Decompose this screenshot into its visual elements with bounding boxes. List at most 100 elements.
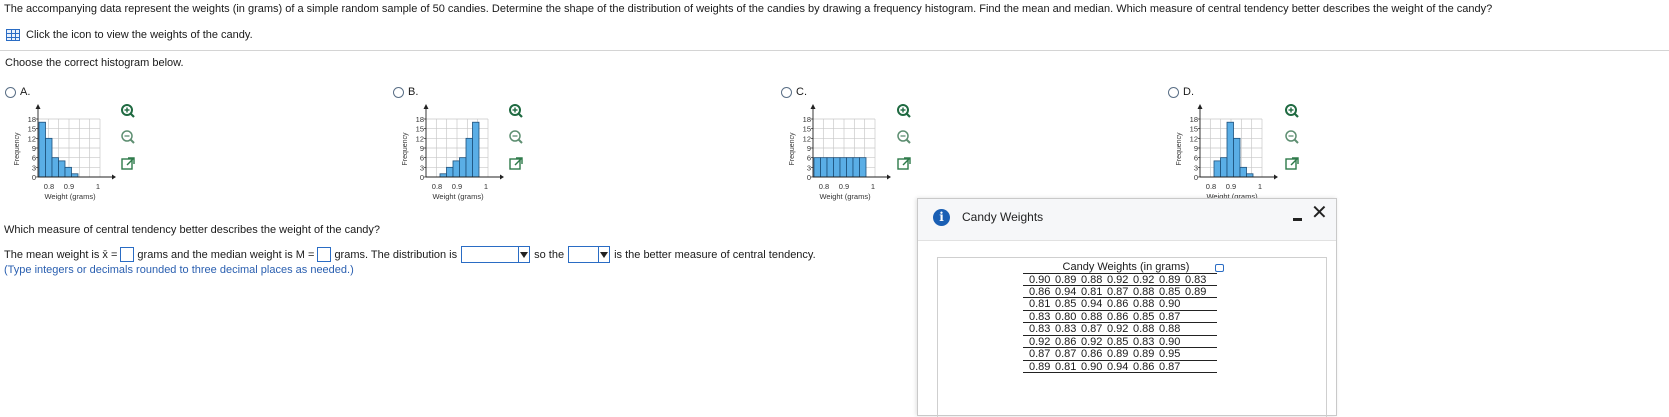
open-new-window-icon[interactable]	[508, 156, 524, 172]
histogram-bar	[839, 157, 847, 178]
table-grid-icon[interactable]	[6, 29, 20, 41]
y-tick-label: 6	[420, 154, 424, 163]
open-new-window-icon[interactable]	[1284, 156, 1300, 172]
dropdown-arrow-icon[interactable]	[598, 247, 609, 262]
x-axis-arrow	[1274, 174, 1278, 180]
y-tick-label: 6	[32, 154, 36, 163]
table-cell: 0.86	[1133, 360, 1155, 373]
histogram-bar	[58, 160, 66, 178]
view-data-link[interactable]: Click the icon to view the weights of th…	[6, 29, 253, 41]
option-d-radio-group[interactable]: D.	[1168, 86, 1194, 98]
y-tick-label: 15	[1190, 125, 1198, 134]
zoom-out-icon[interactable]	[120, 129, 136, 145]
popup-body: Candy Weights (in grams) 0.90 0.89 0.88 0.9…	[937, 257, 1327, 417]
y-tick-label: 9	[420, 144, 424, 153]
table-cell: 0.87	[1081, 323, 1103, 335]
table-cell: 0.86	[1107, 298, 1129, 310]
x-tick-label: 0.9	[1226, 182, 1236, 191]
histogram-bar	[64, 166, 72, 178]
measure-dropdown[interactable]	[568, 246, 611, 263]
zoom-in-icon[interactable]	[896, 103, 912, 119]
histogram-bar	[1220, 157, 1228, 178]
table-row: 0.83 0.83 0.87 0.92 0.88 0.88	[1023, 323, 1217, 336]
view-data-label[interactable]: Click the icon to view the weights of th…	[26, 29, 253, 41]
y-tick-label: 18	[416, 115, 424, 124]
option-a-label[interactable]: A.	[20, 86, 30, 98]
histogram-bar	[1233, 137, 1241, 178]
y-tick-label: 0	[1194, 173, 1198, 182]
zoom-out-icon[interactable]	[896, 129, 912, 145]
info-icon: i	[933, 209, 950, 226]
divider	[0, 50, 1669, 51]
distribution-shape-dropdown[interactable]	[461, 246, 531, 263]
y-tick-label: 15	[28, 125, 36, 134]
option-d-radio[interactable]	[1168, 86, 1179, 98]
table-cell: 0.85	[1055, 298, 1077, 310]
table-cell: 0.83	[1029, 323, 1051, 335]
instruction-text: Choose the correct histogram below.	[5, 57, 184, 69]
table-cell: 0.94	[1055, 285, 1077, 298]
option-c-label[interactable]: C.	[796, 86, 807, 98]
table-cell: 0.81	[1081, 285, 1103, 298]
mean-input[interactable]	[120, 247, 135, 262]
table-row: 0.92 0.86 0.92 0.85 0.83 0.90	[1023, 335, 1217, 348]
table-row: 0.81 0.85 0.94 0.86 0.88 0.90	[1023, 298, 1217, 311]
answer-part5: is the better measure of central tendenc…	[614, 248, 816, 261]
option-b-radio-group[interactable]: B.	[393, 86, 418, 98]
table-cell: 0.87	[1159, 310, 1181, 323]
table-cell: 0.86	[1081, 348, 1103, 360]
open-new-window-icon[interactable]	[896, 156, 912, 172]
close-button[interactable]: ✕	[1311, 200, 1328, 224]
histogram-bar	[38, 121, 46, 178]
copy-icon[interactable]	[1215, 264, 1224, 272]
x-axis-label: Weight (grams)	[432, 192, 484, 201]
y-tick-label: 12	[1190, 134, 1198, 143]
x-tick-label: 0.8	[1206, 182, 1216, 191]
y-axis-label: Frequency	[14, 132, 21, 166]
table-cell: 0.90	[1029, 274, 1051, 286]
y-axis-arrow	[1197, 104, 1203, 109]
option-d-label[interactable]: D.	[1183, 86, 1194, 98]
table-cell: 0.92	[1107, 323, 1129, 335]
option-c-radio-group[interactable]: C.	[781, 86, 807, 98]
table-cell: 0.83	[1029, 310, 1051, 323]
answer-sentence: The mean weight is x̄ = grams and the me…	[4, 246, 816, 263]
option-a-radio[interactable]	[5, 86, 16, 98]
y-tick-label: 3	[32, 163, 36, 172]
option-b-radio[interactable]	[393, 86, 404, 98]
table-cell: 0.85	[1133, 310, 1155, 323]
table-cell: 0.88	[1081, 274, 1103, 286]
answer-part1: The mean weight is x̄ =	[4, 248, 118, 261]
table-cell: 0.90	[1159, 298, 1181, 310]
answer-part4: so the	[534, 248, 565, 261]
median-input[interactable]	[317, 247, 332, 262]
table-cell: 0.90	[1159, 335, 1181, 348]
table-row: 0.87 0.87 0.86 0.89 0.89 0.95	[1023, 348, 1217, 361]
table-cell: 0.83	[1185, 274, 1207, 286]
y-tick-label: 9	[807, 144, 811, 153]
zoom-out-icon[interactable]	[1284, 129, 1300, 145]
table-caption: Candy Weights (in grams)	[1062, 261, 1190, 273]
histogram-bar	[459, 157, 467, 178]
y-tick-label: 3	[1194, 163, 1198, 172]
histogram-bar	[833, 157, 841, 178]
option-b-label[interactable]: B.	[408, 86, 418, 98]
zoom-in-icon[interactable]	[508, 103, 524, 119]
open-new-window-icon[interactable]	[120, 156, 136, 172]
table-cell: 0.95	[1159, 348, 1181, 360]
x-tick-label: 0.9	[452, 182, 462, 191]
popup-header[interactable]: i Candy Weights ✕	[918, 199, 1336, 241]
table-cell: 0.87	[1159, 360, 1181, 373]
option-c-radio[interactable]	[781, 86, 792, 98]
minimize-button[interactable]	[1290, 209, 1304, 223]
y-tick-label: 18	[28, 115, 36, 124]
zoom-out-icon[interactable]	[508, 129, 524, 145]
option-a-radio-group[interactable]: A.	[5, 86, 30, 98]
zoom-in-icon[interactable]	[120, 103, 136, 119]
zoom-in-icon[interactable]	[1284, 103, 1300, 119]
table-cell: 0.81	[1029, 298, 1051, 310]
table-cell: 0.89	[1133, 348, 1155, 360]
dropdown-arrow-icon[interactable]	[518, 247, 529, 262]
y-tick-label: 0	[420, 173, 424, 182]
y-tick-label: 18	[1190, 115, 1198, 124]
